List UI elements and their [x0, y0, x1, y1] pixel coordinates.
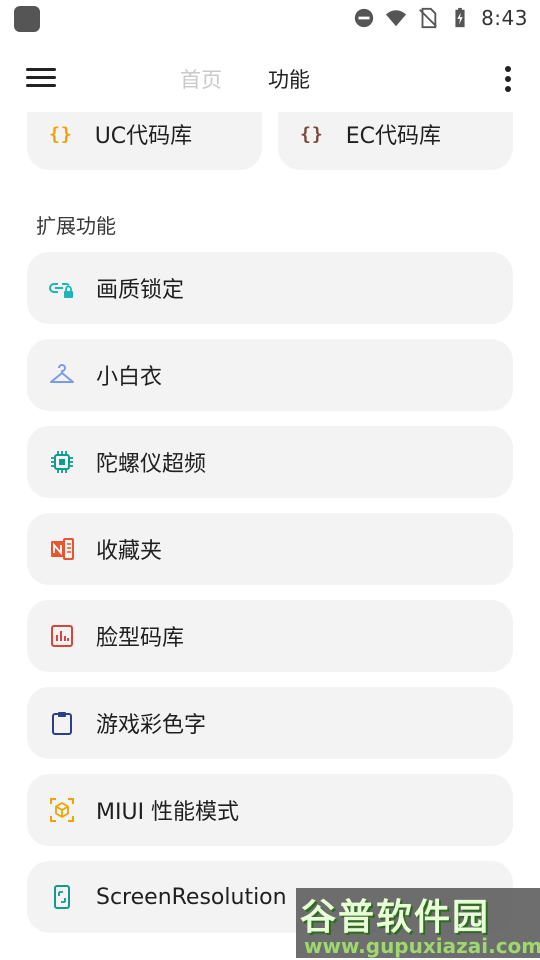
battery-charging-icon: [455, 7, 465, 28]
extension-list: 画质锁定 小白衣 陀螺仪超频 收藏夹 脸型码库 游戏彩色字 MIUI 性能模式 …: [27, 252, 513, 948]
ec-code-library-card[interactable]: {} EC代码库: [278, 112, 513, 170]
app-screen: 8:43 首页 功能 {} UC代码库 {} EC代码库 扩展功能 画质锁定 小…: [0, 0, 540, 960]
code-braces-icon: {}: [300, 123, 324, 145]
hamburger-menu-icon[interactable]: [22, 62, 58, 94]
card-label: UC代码库: [94, 124, 193, 149]
list-item-miui-performance[interactable]: MIUI 性能模式: [27, 774, 513, 846]
item-label: 小白衣: [96, 365, 163, 390]
code-braces-icon: {}: [49, 123, 73, 145]
chip-icon: [48, 448, 76, 476]
watermark-logo-text: 谷普软件园: [300, 896, 491, 938]
no-sim-icon: [419, 7, 437, 29]
list-item-face-code-library[interactable]: 脸型码库: [27, 600, 513, 672]
feature-list-scroll[interactable]: {} UC代码库 {} EC代码库 扩展功能 画质锁定 小白衣 陀螺仪超频 收藏…: [0, 112, 540, 960]
app-bar: 首页 功能: [0, 44, 540, 112]
item-label: 陀螺仪超频: [96, 452, 207, 477]
notebook-icon: [48, 535, 76, 563]
item-label: 游戏彩色字: [96, 713, 207, 738]
code-library-row: {} UC代码库 {} EC代码库: [27, 112, 513, 170]
list-item-favorites[interactable]: 收藏夹: [27, 513, 513, 585]
cube-icon: [48, 796, 76, 824]
card-label: EC代码库: [345, 124, 441, 149]
link-lock-icon: [48, 274, 76, 302]
status-bar: 8:43: [0, 0, 540, 36]
list-item-colored-text[interactable]: 游戏彩色字: [27, 687, 513, 759]
clipboard-icon: [48, 709, 76, 737]
watermark-url: www.gupuxiazai.com: [304, 934, 540, 958]
bar-chart-icon: [48, 622, 76, 650]
dnd-icon: [354, 8, 374, 28]
item-label: 脸型码库: [96, 626, 185, 651]
tab-home[interactable]: 首页: [180, 64, 222, 94]
item-label: 收藏夹: [96, 539, 163, 564]
phone-screen-icon: [48, 883, 76, 911]
section-title: 扩展功能: [36, 214, 116, 238]
wifi-icon: [385, 10, 407, 27]
more-vertical-icon[interactable]: [496, 64, 520, 94]
hanger-icon: [48, 361, 76, 389]
item-label: MIUI 性能模式: [96, 800, 240, 825]
uc-code-library-card[interactable]: {} UC代码库: [27, 112, 262, 170]
list-item-white-outfit[interactable]: 小白衣: [27, 339, 513, 411]
watermark-logo: 谷普软件园 www.gupuxiazai.com: [296, 888, 540, 958]
list-item-quality-lock[interactable]: 画质锁定: [27, 252, 513, 324]
list-item-gyro-overclock[interactable]: 陀螺仪超频: [27, 426, 513, 498]
tab-bar: 首页 功能: [180, 64, 310, 94]
status-icons: 8:43: [353, 6, 528, 30]
clock-time: 8:43: [481, 6, 528, 30]
item-label: ScreenResolution: [96, 884, 287, 910]
tab-features[interactable]: 功能: [268, 64, 310, 94]
app-notification-icon: [14, 6, 40, 32]
item-label: 画质锁定: [96, 278, 185, 303]
